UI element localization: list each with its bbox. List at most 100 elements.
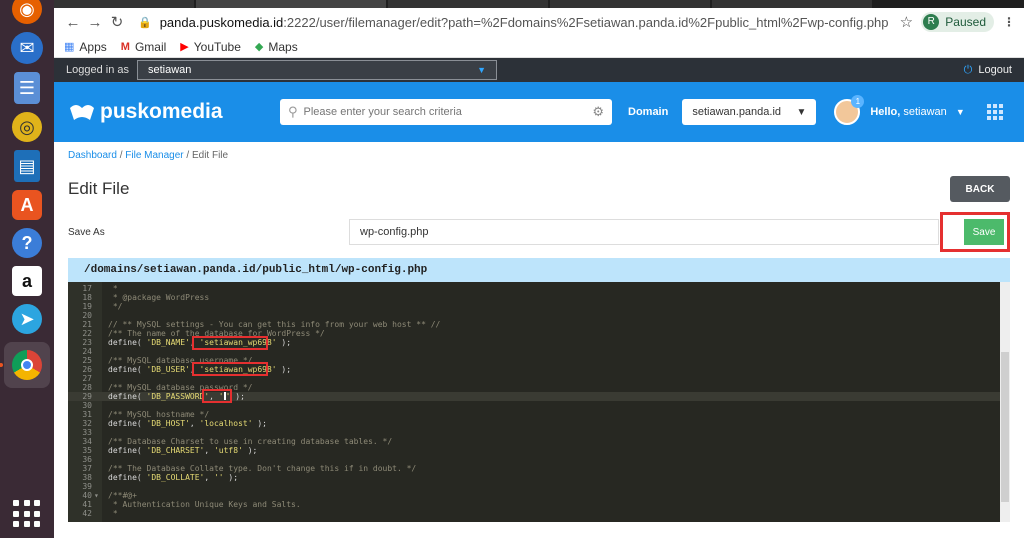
user-select[interactable]: setiawan ▼	[137, 60, 497, 80]
page-title: Edit File	[68, 179, 130, 198]
more-menu-icon[interactable]: ⋮	[1002, 15, 1016, 29]
tab[interactable]	[550, 0, 710, 8]
files-icon[interactable]: ☰	[14, 72, 40, 104]
back-button[interactable]: BACK	[950, 176, 1010, 202]
save-as-row: Save As wp-config.php Save	[54, 210, 1024, 254]
forward-arrow-icon[interactable]: →	[84, 14, 106, 31]
profile-button[interactable]: R Paused	[921, 12, 994, 32]
bookmark-apps[interactable]: ▦ Apps	[64, 40, 107, 54]
fold-marker	[94, 401, 102, 410]
lock-icon: 🔒	[138, 16, 152, 29]
search-input[interactable]	[303, 106, 593, 118]
tab[interactable]	[54, 0, 194, 8]
code-line: 33	[68, 428, 1010, 437]
file-path-bar: /domains/setiawan.panda.id/public_html/w…	[68, 258, 1010, 282]
code-line: 18 * @package WordPress	[68, 293, 1010, 302]
chevron-down-icon: ▼	[477, 65, 486, 75]
filename-input[interactable]: wp-config.php	[349, 219, 939, 245]
puskomedia-logo[interactable]: puskomedia	[68, 100, 280, 124]
bookmark-star-icon[interactable]: ☆	[895, 13, 917, 31]
line-number: 40	[82, 491, 92, 500]
code-text: define( 'DB_HOST', 'localhost' );	[108, 419, 267, 428]
line-number: 19	[82, 302, 92, 311]
fold-marker	[94, 455, 102, 464]
save-button[interactable]: Save	[964, 219, 1004, 245]
profile-avatar: R	[923, 14, 940, 30]
fold-marker	[94, 347, 102, 356]
logout-link[interactable]: ⏻ Logout	[964, 64, 1012, 77]
title-row: Edit File BACK	[54, 168, 1024, 210]
fold-marker	[94, 464, 102, 473]
help-icon[interactable]: ?	[12, 228, 42, 258]
fold-marker	[94, 509, 102, 518]
bookmark-youtube[interactable]: ▶ YouTube	[180, 40, 241, 54]
user-select-value: setiawan	[148, 64, 192, 76]
line-number: 33	[82, 428, 92, 437]
line-number: 21	[82, 320, 92, 329]
domain-select[interactable]: setiawan.panda.id ▼	[682, 99, 817, 125]
code-line: 39	[68, 482, 1010, 491]
code-text: define( 'DB_CHARSET', 'utf8' );	[108, 446, 258, 455]
line-number: 17	[82, 284, 92, 293]
show-apps-icon[interactable]	[13, 500, 41, 528]
logged-in-label: Logged in as	[66, 64, 129, 76]
code-text: * @package WordPress	[108, 293, 210, 302]
reload-icon[interactable]: ↻	[106, 13, 128, 31]
apps-grid-icon[interactable]	[986, 104, 1003, 120]
user-menu[interactable]: Hello, setiawan ▼	[870, 106, 964, 118]
brand-header: puskomedia ⚲ ⚙ Domain setiawan.panda.id …	[54, 82, 1024, 142]
scrollbar-thumb[interactable]	[1001, 352, 1009, 502]
line-number: 30	[82, 401, 92, 410]
profile-status: Paused	[945, 15, 986, 29]
line-number: 22	[82, 329, 92, 338]
code-line: 40 ▾ /**#@+	[68, 491, 1010, 500]
fold-marker	[94, 392, 102, 401]
line-number: 20	[82, 311, 92, 320]
code-line: 21 // ** MySQL settings - You can get thi…	[68, 320, 1010, 329]
gear-icon[interactable]: ⚙	[592, 104, 604, 120]
breadcrumb-dashboard[interactable]: Dashboard	[68, 150, 117, 161]
fold-marker	[94, 437, 102, 446]
code-text: define( 'DB_COLLATE', '' );	[108, 473, 239, 482]
software-icon[interactable]: A	[12, 190, 42, 220]
thunderbird-icon[interactable]: ✉	[11, 32, 43, 64]
firefox-icon[interactable]: ◉	[12, 0, 42, 24]
bookmark-gmail[interactable]: M Gmail	[121, 40, 167, 54]
maps-pin-icon: ◆	[254, 41, 264, 53]
fold-marker	[94, 473, 102, 482]
line-number: 28	[82, 383, 92, 392]
url-host: panda.puskomedia.id	[159, 14, 284, 30]
user-avatar[interactable]: 1	[834, 95, 865, 125]
back-arrow-icon[interactable]: ←	[62, 14, 84, 31]
tab-strip	[54, 0, 1024, 8]
code-editor[interactable]: 17 * 18 * @package WordPress 19 */20 21// *…	[68, 282, 1010, 522]
writer-icon[interactable]: ▤	[14, 150, 40, 182]
main-content: Dashboard / File Manager / Edit File Edi…	[54, 142, 1024, 532]
fold-marker	[94, 365, 102, 374]
breadcrumb-file-manager[interactable]: File Manager	[125, 150, 183, 161]
chrome-icon[interactable]	[0, 342, 50, 388]
line-number: 34	[82, 437, 92, 446]
apps-grid-icon: ▦	[64, 41, 75, 53]
amazon-icon[interactable]: a	[12, 266, 42, 296]
tab[interactable]	[196, 0, 386, 8]
power-icon: ⏻	[963, 63, 973, 76]
tab[interactable]	[712, 0, 872, 8]
bookmark-maps[interactable]: ◆ Maps	[255, 40, 298, 54]
line-number: 29	[82, 392, 92, 401]
fold-marker	[94, 419, 102, 428]
tab[interactable]	[388, 0, 548, 8]
code-line: 31 /** MySQL hostname */	[68, 410, 1010, 419]
address-bar[interactable]: 🔒 panda.puskomedia.id :2222/user/fileman…	[138, 15, 895, 30]
line-number: 25	[82, 356, 92, 365]
code-line: 36	[68, 455, 1010, 464]
code-text: *	[108, 509, 118, 518]
rhythmbox-icon[interactable]: ◎	[12, 112, 42, 142]
code-text: /** Database Charset to use in creating …	[108, 437, 393, 446]
domain-label: Domain	[628, 106, 669, 118]
editor-scrollbar[interactable]	[1000, 282, 1010, 522]
telegram-icon[interactable]: ➤	[12, 304, 42, 334]
